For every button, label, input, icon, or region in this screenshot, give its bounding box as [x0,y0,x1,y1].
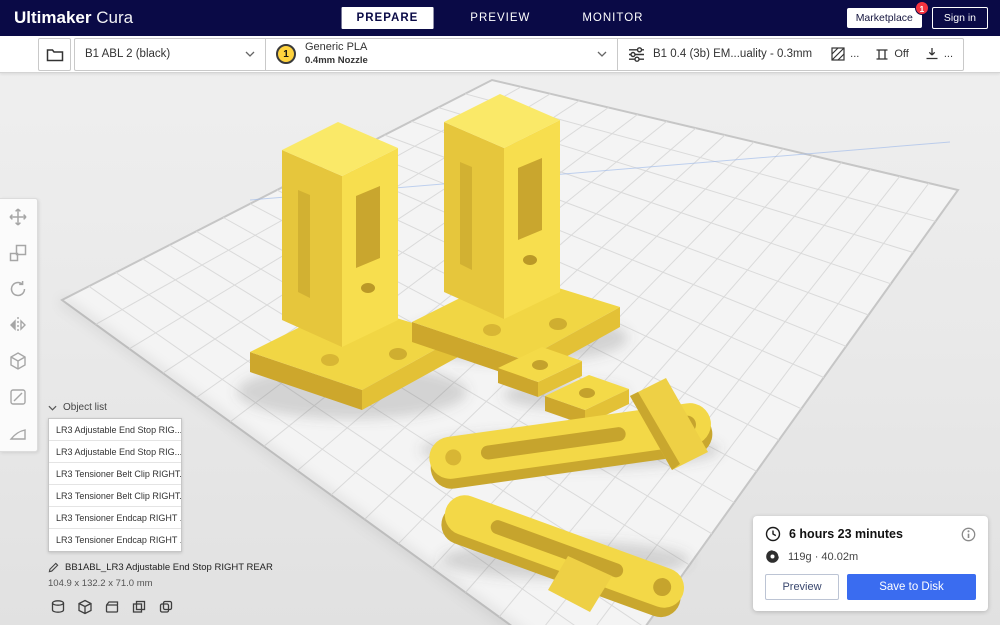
copy-icon [131,599,147,615]
sliders-icon [628,46,645,62]
object-list: LR3 Adjustable End Stop RIG... LR3 Adjus… [48,418,182,552]
add-cylinder-button[interactable] [48,597,68,617]
open-file-button[interactable] [38,37,71,71]
support-blocker-button[interactable] [0,379,36,415]
material-selector[interactable]: 1 Generic PLA 0.4mm Nozzle [265,38,617,70]
scale-icon [8,243,28,263]
tab-preview[interactable]: PREVIEW [455,7,545,29]
rename-icon[interactable] [48,562,59,573]
object-list-item[interactable]: LR3 Adjustable End Stop RIG... [49,441,181,463]
cylinder-icon [50,599,66,615]
object-list-panel: Object list LR3 Adjustable End Stop RIG.… [48,402,273,589]
print-settings-selector[interactable]: B1 0.4 (3b) EM...uality - 0.3mm ... Off … [617,38,963,70]
support-blocker-icon [8,387,28,407]
quick-settings: ... Off ... [815,47,953,61]
selected-object-info: BB1ABL_LR3 Adjustable End Stop RIGHT REA… [48,562,273,573]
configuration-selectors: B1 ABL 2 (black) 1 Generic PLA 0.4mm Noz… [74,37,964,71]
brand-light: Cura [91,8,134,27]
adhesion-setting[interactable]: ... [925,47,953,61]
rotate-icon [8,279,28,299]
object-list-item[interactable]: LR3 Tensioner Belt Clip RIGHT... [49,485,181,507]
top-bar: Ultimaker Cura PREPARE PREVIEW MONITOR M… [0,0,1000,36]
brand-bold: Ultimaker [14,8,92,27]
per-model-settings-button[interactable] [0,343,36,379]
material-info: Generic PLA 0.4mm Nozzle [305,41,368,67]
custom-support-button[interactable] [0,415,36,451]
material-name: Generic PLA [305,41,368,54]
marketplace-button[interactable]: Marketplace 1 [846,1,929,28]
duplicate-model-button[interactable] [156,597,176,617]
printer-selector[interactable]: B1 ABL 2 (black) [75,39,265,70]
adhesion-icon [925,47,939,61]
selected-object-name: BB1ABL_LR3 Adjustable End Stop RIGHT REA… [65,562,273,573]
add-cube-button[interactable] [75,597,95,617]
cura-window: Ultimaker Cura PREPARE PREVIEW MONITOR M… [0,0,1000,625]
chevron-down-icon [597,51,607,57]
infill-setting[interactable]: ... [831,47,859,61]
save-to-disk-button[interactable]: Save to Disk [847,574,976,600]
print-profile: B1 0.4 (3b) EM...uality - 0.3mm [653,48,813,60]
app-logo: Ultimaker Cura [14,8,133,28]
clock-icon [765,526,781,542]
object-list-toggle[interactable]: Object list [48,402,273,413]
support-value: Off [894,48,909,60]
rotate-tool-button[interactable] [0,271,36,307]
move-tool-button[interactable] [0,199,36,235]
per-model-settings-icon [8,351,28,371]
infill-value: ... [850,48,860,60]
copy-model-button[interactable] [129,597,149,617]
info-button[interactable] [961,527,976,542]
object-list-item[interactable]: LR3 Adjustable End Stop RIG... [49,419,181,441]
object-list-item[interactable]: LR3 Tensioner Endcap RIGHT ... [49,529,181,551]
spool-icon [765,549,780,564]
box-icon [104,599,120,615]
adhesion-value: ... [943,48,953,60]
support-setting[interactable]: Off [875,47,909,61]
tab-prepare[interactable]: PREPARE [341,7,434,29]
notification-badge: 1 [914,1,929,15]
object-list-item[interactable]: LR3 Tensioner Belt Clip RIGHT... [49,463,181,485]
marketplace-label: Marketplace [855,12,913,24]
shape-toolbar [48,597,176,617]
print-time: 6 hours 23 minutes [789,527,903,541]
chevron-down-icon [245,51,255,57]
mirror-tool-button[interactable] [0,307,36,343]
top-bar-right: Marketplace 1 Sign in [846,1,988,29]
preview-button[interactable]: Preview [765,574,839,600]
move-icon [8,207,28,227]
infill-icon [831,47,845,61]
tab-monitor[interactable]: MONITOR [567,7,658,29]
add-box-button[interactable] [102,597,122,617]
support-icon [875,47,889,61]
folder-icon [46,47,64,62]
duplicate-icon [158,599,174,615]
selected-object-dimensions: 104.9 x 132.2 x 71.0 mm [48,578,153,589]
main-tabs: PREPARE PREVIEW MONITOR [341,0,659,36]
sign-in-button[interactable]: Sign in [931,7,988,29]
chevron-down-icon [48,405,57,411]
configuration-bar: B1 ABL 2 (black) 1 Generic PLA 0.4mm Noz… [0,36,1000,73]
material-usage: 119g · 40.02m [788,550,859,563]
nozzle-size: 0.4mm Nozzle [305,54,368,66]
info-icon [961,527,976,542]
scale-tool-button[interactable] [0,235,36,271]
object-list-item[interactable]: LR3 Tensioner Endcap RIGHT ... [49,507,181,529]
mirror-icon [8,315,28,335]
print-summary-panel: 6 hours 23 minutes 119g · 40.02m Preview… [753,516,988,611]
extruder-1-icon: 1 [276,44,296,64]
printer-name: B1 ABL 2 (black) [85,48,171,60]
custom-support-icon [8,423,28,443]
tool-panel [0,198,38,452]
cube-icon [77,599,93,615]
object-list-title: Object list [63,402,107,413]
